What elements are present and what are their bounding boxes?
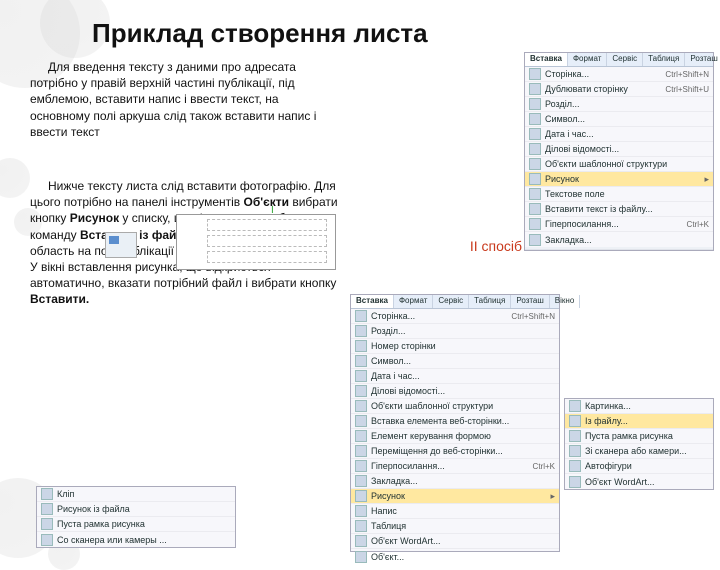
menu-item-label: Ділові відомості... — [371, 386, 445, 396]
menu-item-label: Номер сторінки — [371, 341, 436, 351]
menu-item-icon — [569, 476, 581, 488]
menu-item[interactable]: Картинка... — [565, 399, 713, 414]
menu-item[interactable]: Номер сторінки — [351, 339, 559, 354]
menu-item-label: Рисунок із файла — [57, 504, 130, 514]
menu-item[interactable]: Розділ... — [351, 324, 559, 339]
menu-item-icon — [41, 518, 53, 530]
menu-item[interactable]: Пуста рамка рисунка — [37, 517, 235, 532]
method-label: ІІ спосіб — [470, 238, 522, 254]
menu-item-icon — [569, 430, 581, 442]
menu-item-icon — [355, 370, 367, 382]
page-title: Приклад створення листа — [92, 18, 720, 49]
menu-item-icon — [569, 445, 581, 457]
menu-item[interactable]: Гіперпосилання... Ctrl+K — [351, 459, 559, 474]
menu-item-label: Розділ... — [371, 326, 405, 336]
menu-item-icon — [355, 445, 367, 457]
menu-item-label: Об'єкт... — [371, 552, 404, 562]
menu-item[interactable]: Закладка... — [351, 474, 559, 489]
menu-item-icon — [355, 310, 367, 322]
menu-item-label: Гіперпосилання... — [371, 461, 445, 471]
menu-item-icon — [355, 355, 367, 367]
menu-item[interactable]: Об'єкт WordArt... — [565, 474, 713, 489]
menu-item[interactable]: Елемент керування формою — [351, 429, 559, 444]
submenu-arrow-icon: ▸ — [550, 491, 555, 502]
menu-item-icon — [569, 460, 581, 472]
menu-item[interactable]: Таблиця — [351, 519, 559, 534]
menu-item-icon — [41, 503, 53, 515]
menu-item-label: Символ... — [371, 356, 411, 366]
menu-item-label: Зі сканера або камери... — [585, 446, 687, 456]
menu-item-icon — [41, 488, 53, 500]
menu-item-icon — [569, 415, 581, 427]
menu-item-icon — [355, 385, 367, 397]
menu-item-label: Пуста рамка рисунка — [57, 519, 145, 529]
menu-item-hotkey: Ctrl+Shift+N — [511, 312, 555, 321]
menu-item-label: Об'єкти шаблонної структури — [371, 401, 493, 411]
menu-item[interactable]: Пуста рамка рисунка — [565, 429, 713, 444]
menu-item-label: Напис — [371, 506, 397, 516]
menu-item[interactable]: Об'єкти шаблонної структури — [351, 399, 559, 414]
menu-item-label: Кліп — [57, 489, 74, 499]
menu-item[interactable]: Об'єкт WordArt... — [351, 534, 559, 549]
menu-item-icon — [355, 490, 367, 502]
template-preview: I — [176, 214, 336, 270]
menu-item[interactable]: Сторінка... Ctrl+Shift+N — [351, 309, 559, 324]
menu-item[interactable]: Об'єкт... — [351, 549, 559, 564]
menu-item-label: Картинка... — [585, 401, 631, 411]
menu-item-hotkey: Ctrl+K — [533, 462, 555, 471]
menu-item-label: Об'єкт WordArt... — [585, 477, 654, 487]
menu-item-label: Переміщення до веб-сторінки... — [371, 446, 503, 456]
menu-item-label: Об'єкт WordArt... — [371, 536, 440, 546]
menu-item-icon — [355, 551, 367, 563]
menu-item-icon — [569, 400, 581, 412]
menu-item-label: Таблиця — [371, 521, 406, 531]
menu-item-icon — [355, 325, 367, 337]
picture-submenu: Картинка... Із файлу... Пуста рамка рисунк… — [564, 398, 714, 490]
menu-item[interactable]: Кліп — [37, 487, 235, 502]
menu-item-label: Із файлу... — [585, 416, 628, 426]
menu-item-label: Елемент керування формою — [371, 431, 491, 441]
menu-item[interactable]: Символ... — [351, 354, 559, 369]
menu-item[interactable]: Вставка елемента веб-сторінки... — [351, 414, 559, 429]
menu-item-label: Дата і час... — [371, 371, 420, 381]
menu-item-label: Рисунок — [371, 491, 405, 501]
clipart-menu: КліпРисунок із файлаПуста рамка рисункаС… — [36, 486, 236, 548]
menu-item-icon — [355, 400, 367, 412]
menu-item[interactable]: Із файлу... — [565, 414, 713, 429]
intro-paragraph: Для введення тексту з даними про адресат… — [30, 59, 340, 140]
menu-item-label: Пуста рамка рисунка — [585, 431, 673, 441]
menu-item-icon — [355, 535, 367, 547]
menu-item-label: Вставка елемента веб-сторінки... — [371, 416, 509, 426]
menu-item[interactable]: Автофігури — [565, 459, 713, 474]
menu-item[interactable]: Переміщення до веб-сторінки... — [351, 444, 559, 459]
menu-item-label: Сторінка... — [371, 311, 415, 321]
menu-item-icon — [355, 505, 367, 517]
menu-item[interactable]: Зі сканера або камери... — [565, 444, 713, 459]
menu-item-icon — [355, 475, 367, 487]
menu-item-icon — [355, 430, 367, 442]
menu-item[interactable]: Напис — [351, 504, 559, 519]
menu-item-icon — [355, 460, 367, 472]
insert-menu-main: ВставкаФорматСервісТаблицяРозташВікно Ст… — [350, 294, 560, 552]
textbox-template-thumb — [105, 232, 137, 258]
menu-item-label: Закладка... — [371, 476, 418, 486]
menu-item[interactable]: Ділові відомості... — [351, 384, 559, 399]
menu-item[interactable]: Рисунок ▸ — [351, 489, 559, 504]
menu-item[interactable]: Дата і час... — [351, 369, 559, 384]
menu-item-icon — [355, 340, 367, 352]
menu-item-label: Автофігури — [585, 461, 632, 471]
menu-item-icon — [355, 415, 367, 427]
menu-item[interactable]: Рисунок із файла — [37, 502, 235, 517]
menu-item-icon — [355, 520, 367, 532]
